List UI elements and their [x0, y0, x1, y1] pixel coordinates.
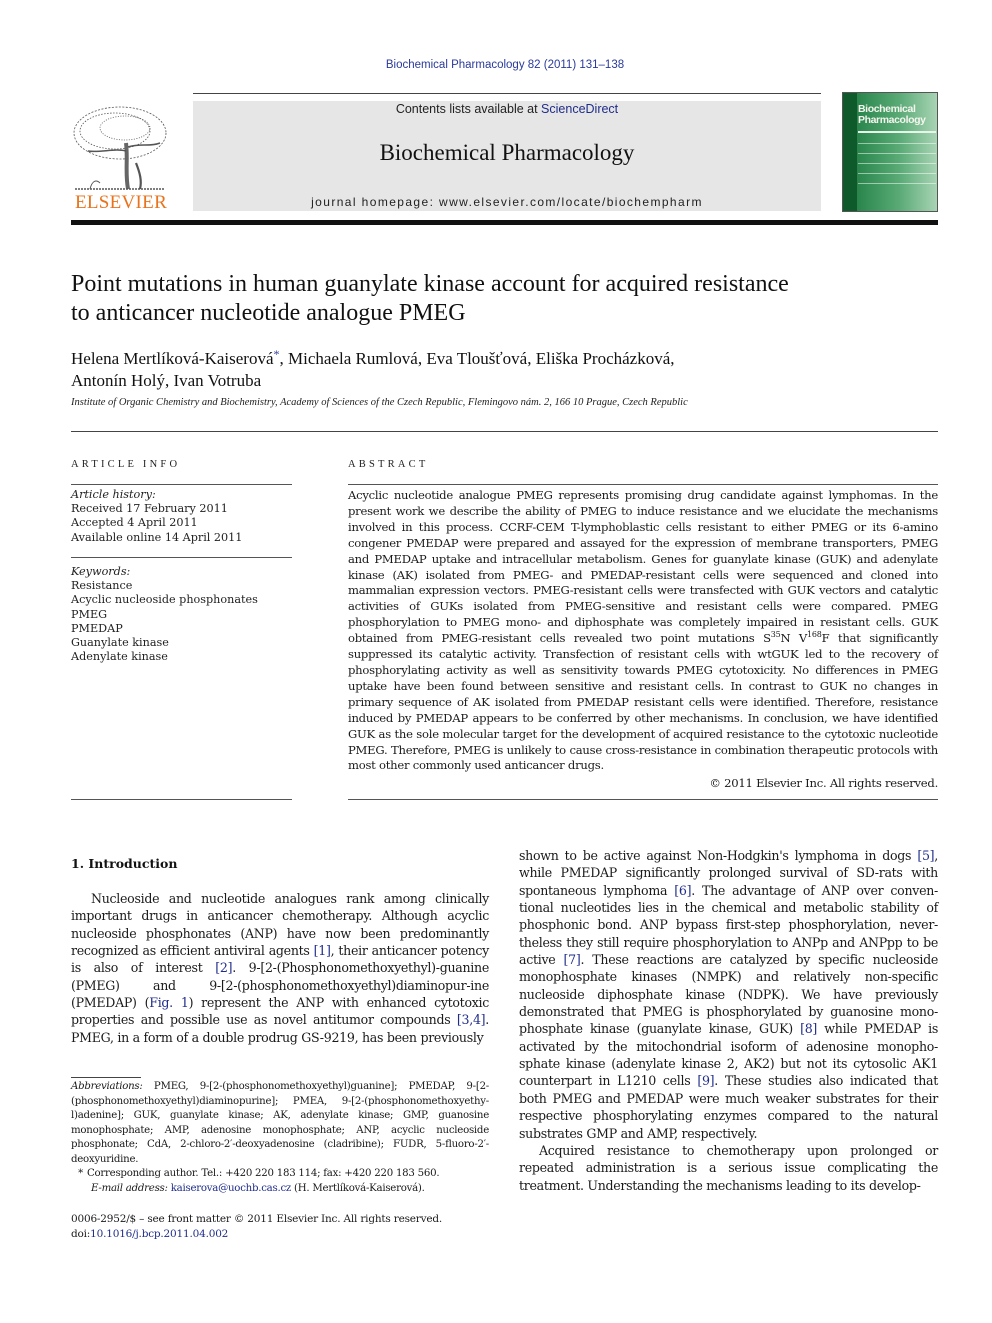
citation-link[interactable]: [8] — [800, 1021, 817, 1036]
section-heading-introduction: 1. Introduction — [71, 856, 178, 871]
elsevier-wordmark[interactable]: ELSEVIER — [70, 192, 172, 214]
footnotes: Abbreviations: PMEG, 9-[2-(phosphonometh… — [71, 1080, 489, 1196]
citation-link[interactable]: [1] — [314, 943, 331, 958]
body-paragraph: Acquired resistance to chemotherapy upon… — [519, 1142, 938, 1193]
keywords-heading: Keywords: — [71, 565, 131, 578]
article-info-rule-mid — [71, 557, 292, 558]
abbreviations-label: Abbreviations: — [71, 1081, 143, 1092]
author-list: Helena Mertlíková-Kaiserová*, Michaela R… — [71, 343, 941, 392]
keywords: Keywords: Resistance Acyclic nucleoside … — [71, 565, 301, 664]
keyword-item: Guanylate kinase — [71, 636, 169, 650]
article-info-label: ARTICLE INFO — [71, 459, 181, 470]
figure-link[interactable]: Fig. 1 — [149, 995, 189, 1010]
footnote-rule — [71, 1077, 141, 1078]
running-head: Biochemical Pharmacology 82 (2011) 131–1… — [0, 59, 992, 71]
corresponding-text: Corresponding author. Tel.: +420 220 183… — [87, 1168, 440, 1179]
doi-line: doi:10.1016/j.bcp.2011.04.002 — [71, 1227, 489, 1242]
history-heading: Article history: — [71, 488, 156, 501]
article-history: Article history: Received 17 February 20… — [71, 488, 301, 545]
citation-link[interactable]: [6] — [674, 883, 691, 898]
keyword-item: PMEDAP — [71, 621, 123, 635]
superscript-35: 35 — [770, 630, 781, 640]
history-online: Available online 14 April 2011 — [71, 530, 243, 544]
abstract-copyright: © 2011 Elsevier Inc. All rights reserved… — [709, 776, 938, 790]
article-info-rule-bottom — [71, 799, 292, 800]
email-footnote: E-mail address: kaiserova@uochb.cas.cz (… — [71, 1182, 489, 1197]
doi-link[interactable]: 10.1016/j.bcp.2011.04.002 — [90, 1228, 228, 1240]
email-suffix: (H. Mertlíková-Kaiserová). — [291, 1182, 425, 1194]
history-received: Received 17 February 2011 — [71, 502, 228, 516]
history-accepted: Accepted 4 April 2011 — [71, 516, 198, 530]
citation-link[interactable]: [5] — [917, 848, 934, 863]
citation-link[interactable]: [7] — [564, 952, 581, 967]
author-corresponding: Helena Mertlíková-Kaiserová — [71, 349, 274, 368]
front-matter: 0006-2952/$ – see front matter © 2011 El… — [71, 1212, 489, 1241]
keyword-item: PMEG — [71, 607, 108, 621]
keyword-item: Resistance — [71, 579, 133, 593]
doi-prefix: doi: — [71, 1227, 91, 1240]
abstract-rule-top — [348, 484, 938, 485]
keyword-item: Acyclic nucleoside phosphonates — [71, 593, 258, 607]
tree-icon — [73, 106, 167, 190]
email-link[interactable]: kaiserova@uochb.cas.cz — [171, 1183, 292, 1194]
masthead-top-rule — [193, 93, 821, 94]
abstract-part3: F that significantly suppressed its cata… — [348, 631, 939, 773]
superscript-168: 168 — [807, 630, 822, 640]
body-text: shown to be active against Non-Hodgkin's… — [519, 848, 918, 863]
abbreviations-footnote: Abbreviations: PMEG, 9-[2-(phosphonometh… — [71, 1080, 489, 1167]
cover-title-line2: Pharmacology — [858, 114, 926, 126]
footnote-star: * — [78, 1168, 83, 1179]
email-label: E-mail address: — [91, 1182, 168, 1194]
abstract-part1: Acyclic nucleotide analogue PMEG represe… — [348, 488, 938, 646]
abstract-part2: N V — [780, 631, 808, 646]
paper-title: Point mutations in human guanylate kinas… — [71, 270, 941, 328]
journal-cover-thumbnail[interactable]: Biochemical Pharmacology — [842, 92, 938, 212]
authors-line2: Antonín Holý, Ivan Votruba — [71, 371, 262, 390]
masthead-bottom-rule — [71, 220, 938, 225]
abstract-label: ABSTRACT — [348, 459, 429, 470]
journal-title: Biochemical Pharmacology — [379, 140, 635, 165]
contents-prefix: Contents lists available at — [395, 102, 542, 116]
title-line-2: to anticancer nucleotide analogue PMEG — [71, 300, 466, 326]
contents-availability: Contents lists available at ScienceDirec… — [193, 102, 821, 116]
body-column-right: shown to be active against Non-Hodgkin's… — [519, 847, 938, 1194]
abstract-text: Acyclic nucleotide analogue PMEG represe… — [348, 488, 938, 774]
article-info-rule-top — [71, 484, 292, 485]
title-divider — [71, 431, 938, 432]
body-column-left: Nucleoside and nucleotide analogues rank… — [71, 890, 489, 1046]
title-line-1: Point mutations in human guanylate kinas… — [71, 271, 789, 297]
citation-link[interactable]: [3,4] — [457, 1012, 486, 1027]
affiliation: Institute of Organic Chemistry and Bioch… — [71, 397, 688, 408]
citation-link[interactable]: [9] — [697, 1073, 714, 1088]
citation-link[interactable]: [2] — [215, 960, 232, 975]
authors-rest-line1: , Michaela Rumlová, Eva Tloušťová, Elišk… — [279, 349, 675, 368]
running-head-link[interactable]: Biochemical Pharmacology 82 (2011) 131–1… — [386, 59, 624, 71]
corresponding-author-footnote: * Corresponding author. Tel.: +420 220 18… — [71, 1167, 489, 1182]
abstract-rule-bottom — [348, 799, 938, 800]
keyword-item: Adenylate kinase — [71, 650, 168, 664]
sciencedirect-link[interactable]: ScienceDirect — [541, 102, 618, 116]
journal-homepage[interactable]: journal homepage: www.elsevier.com/locat… — [193, 195, 821, 209]
issn-line: 0006-2952/$ – see front matter © 2011 El… — [71, 1213, 443, 1225]
abbreviations-text: PMEG, 9-[2-(phosphonomethoxyethyl)guanin… — [71, 1081, 489, 1165]
